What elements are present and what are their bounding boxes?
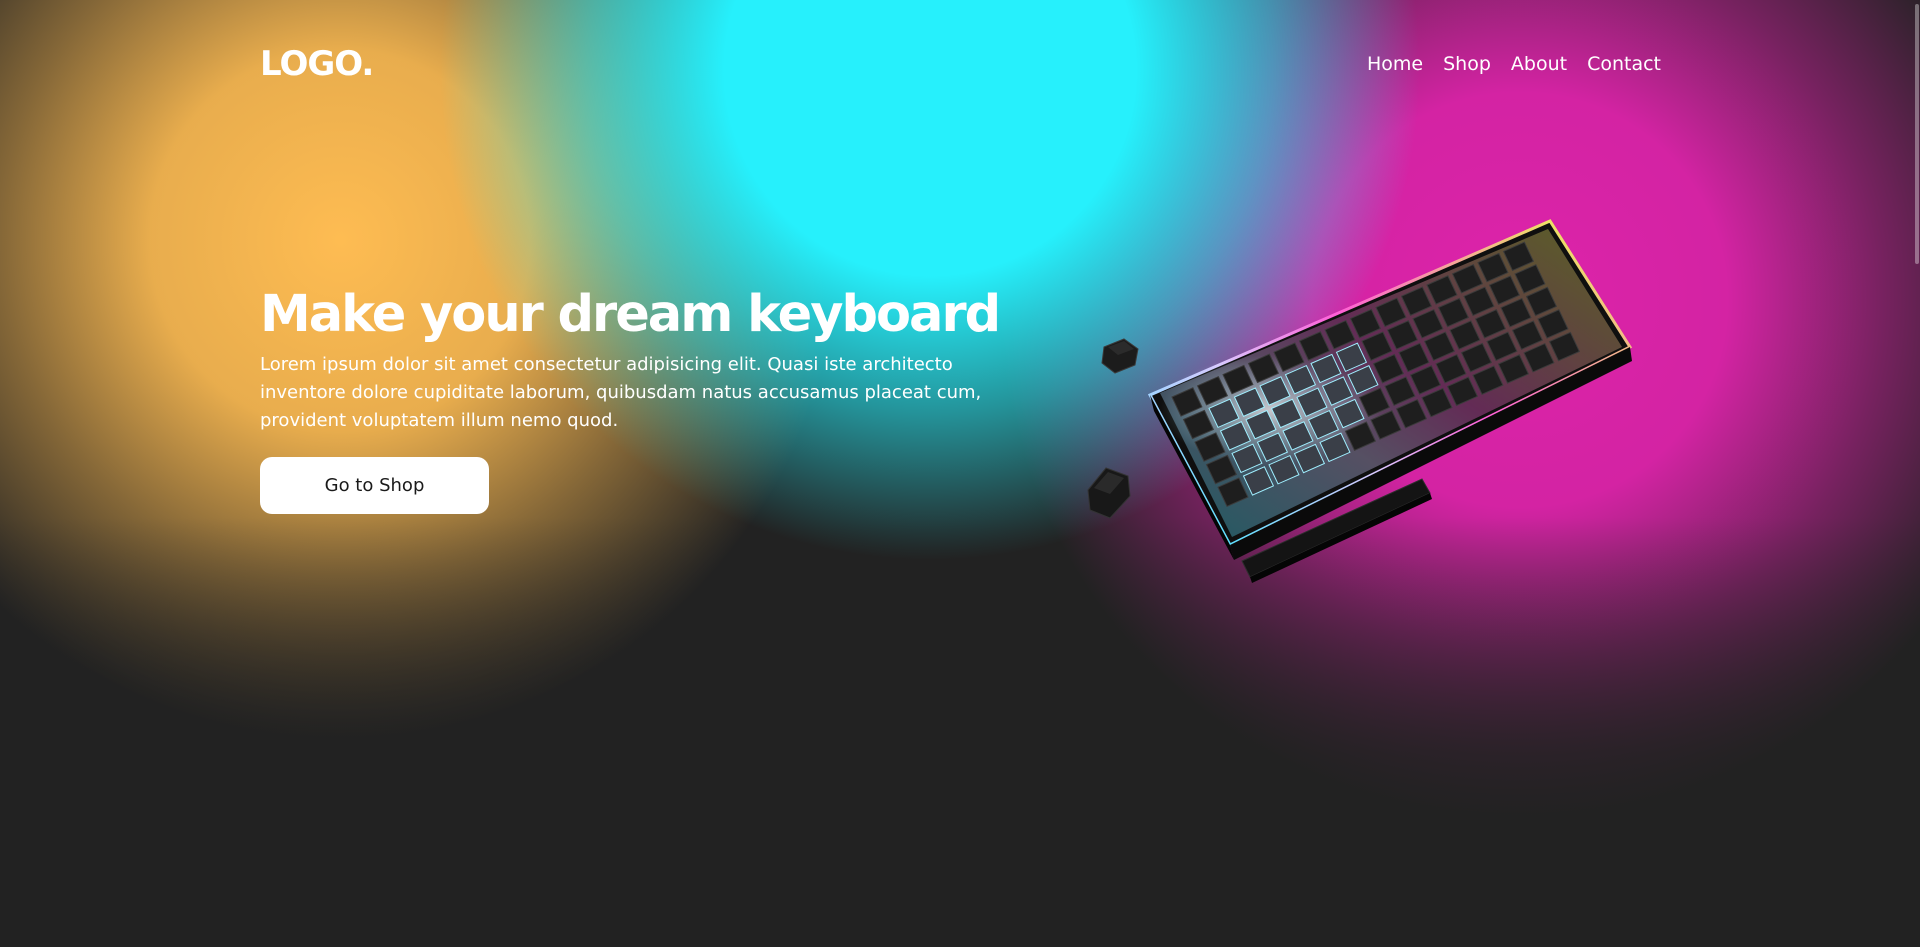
hero-section: Make your dream keyboard Lorem ipsum dol… — [260, 283, 1030, 514]
hero-title: Make your dream keyboard — [260, 285, 1001, 344]
loose-keycap-top — [1101, 338, 1139, 374]
nav-link-contact[interactable]: Contact — [1587, 53, 1661, 75]
nav-link-about[interactable]: About — [1511, 53, 1567, 75]
loose-keycap-bottom — [1087, 467, 1131, 519]
top-navbar: LOGO. Home Shop About Contact — [260, 40, 1661, 88]
keyboard-image — [1070, 215, 1640, 585]
go-to-shop-button[interactable]: Go to Shop — [260, 457, 489, 514]
hero-description: Lorem ipsum dolor sit amet consectetur a… — [260, 354, 982, 431]
nav-link-shop[interactable]: Shop — [1443, 53, 1491, 75]
scrollbar[interactable] — [1914, 0, 1920, 947]
nav-link-home[interactable]: Home — [1367, 53, 1423, 75]
nav-menu: Home Shop About Contact — [1367, 53, 1661, 75]
logo[interactable]: LOGO. — [260, 44, 374, 84]
scrollbar-thumb[interactable] — [1915, 4, 1919, 264]
